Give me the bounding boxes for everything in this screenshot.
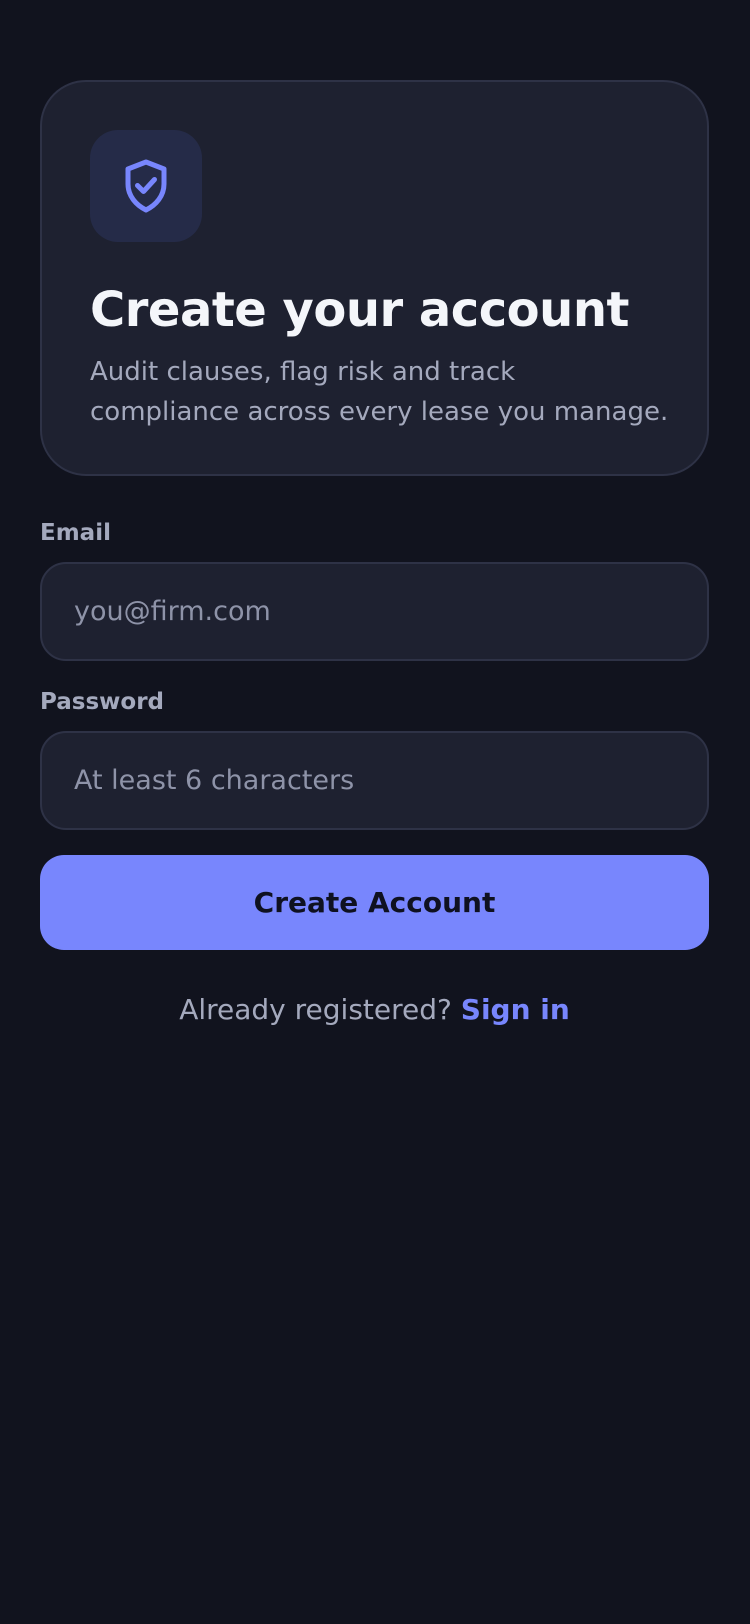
hero-card: Create your account Audit clauses, flag … — [40, 80, 709, 476]
email-label: Email — [40, 520, 111, 546]
sign-in-link[interactable]: Sign in — [461, 993, 570, 1026]
shield-check-icon — [125, 159, 167, 213]
password-field[interactable] — [40, 731, 709, 830]
password-label: Password — [40, 689, 164, 715]
icon-tile — [90, 130, 202, 242]
email-field[interactable] — [40, 562, 709, 661]
signin-prompt-text: Already registered? — [179, 993, 452, 1026]
create-account-button[interactable]: Create Account — [40, 855, 709, 950]
signin-prompt: Already registered? Sign in — [40, 992, 709, 1028]
page-title: Create your account — [90, 282, 629, 338]
page-subtitle: Audit clauses, flag risk and track compl… — [90, 357, 669, 427]
signup-screen: Create your account Audit clauses, flag … — [40, 80, 709, 1028]
